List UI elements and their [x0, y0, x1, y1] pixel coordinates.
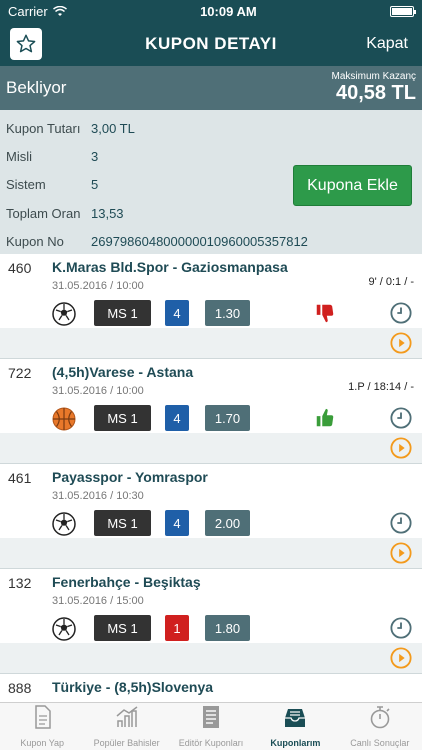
- match-date: 31.05.2016 / 15:00: [52, 595, 144, 607]
- match-code: 888: [8, 680, 32, 696]
- bet-type-badge: MS 1: [94, 405, 151, 431]
- tab-label: Kuponlarım: [270, 738, 321, 748]
- coupon-summary: Kupon Tutarı 3,00 TL Misli 3 Sistem 5 To…: [0, 110, 422, 254]
- play-icon[interactable]: [390, 542, 412, 564]
- close-button[interactable]: Kapat: [366, 35, 412, 53]
- summary-value: 269798604800000010960005357812: [91, 234, 308, 250]
- match-teams: (4,5h)Varese - Astana: [52, 364, 194, 380]
- mbs-badge: 4: [165, 300, 189, 326]
- summary-value: 5: [91, 177, 99, 193]
- odd-badge: 2.00: [205, 510, 250, 536]
- match-row[interactable]: 460 K.Maras Bld.Spor - Gaziosmanpasa 31.05…: [0, 254, 422, 359]
- tab-label: Popüler Bahisler: [93, 738, 160, 748]
- inbox-icon: [282, 705, 308, 734]
- summary-value: 13,53: [91, 205, 124, 221]
- odd-badge: 1.30: [205, 300, 250, 326]
- match-row[interactable]: 722 (4,5h)Varese - Astana 31.05.2016 / 10:…: [0, 359, 422, 464]
- match-teams: Türkiye - (8,5h)Slovenya: [52, 679, 214, 695]
- match-row[interactable]: 132 Fenerbahçe - Beşiktaş 31.05.2016 / 15:…: [0, 569, 422, 674]
- match-code: 132: [8, 575, 32, 591]
- clock-icon[interactable]: [390, 407, 412, 429]
- match-date: 31.05.2016 / 10:00: [52, 385, 144, 397]
- odd-badge: 1.80: [205, 615, 250, 641]
- odd-badge: 1.70: [205, 405, 250, 431]
- tab-label: Canlı Sonuçlar: [350, 738, 410, 748]
- live-score: 9' / 0:1 / -: [368, 276, 414, 288]
- editor-document-icon: [198, 705, 224, 734]
- summary-key: Kupon No: [6, 234, 64, 250]
- document-icon: [29, 705, 55, 734]
- max-win: Maksimum Kazanç 40,58 TL: [332, 71, 416, 105]
- tab-editor-document[interactable]: Editör Kuponları: [169, 703, 253, 750]
- summary-key: Toplam Oran: [6, 205, 81, 221]
- tab-chart[interactable]: Popüler Bahisler: [84, 703, 168, 750]
- mbs-badge: 4: [165, 405, 189, 431]
- summary-key: Kupon Tutarı: [6, 120, 81, 136]
- status-bar: Carrier 10:09 AM: [0, 0, 422, 22]
- max-win-value: 40,58 TL: [335, 82, 416, 104]
- tab-stopwatch[interactable]: Canlı Sonuçlar: [338, 703, 422, 750]
- match-code: 460: [8, 260, 32, 276]
- bet-type-badge: MS 1: [94, 510, 151, 536]
- match-code: 461: [8, 470, 32, 486]
- summary-value: 3: [91, 149, 99, 165]
- mbs-badge: 4: [165, 510, 189, 536]
- tab-inbox[interactable]: Kuponlarım: [253, 703, 337, 750]
- match-teams: Fenerbahçe - Beşiktaş: [52, 574, 201, 590]
- favorite-button[interactable]: [10, 28, 42, 60]
- mbs-badge: 1: [165, 615, 189, 641]
- football-icon: [52, 617, 76, 641]
- clock-time: 10:09 AM: [200, 3, 257, 19]
- thumbs-down-icon: [314, 302, 336, 324]
- match-expand-bar[interactable]: [0, 328, 422, 358]
- bet-type-badge: MS 1: [94, 615, 151, 641]
- tab-label: Kupon Yap: [20, 738, 65, 748]
- star-icon: [16, 34, 36, 53]
- football-icon: [52, 512, 76, 536]
- match-row[interactable]: 888 Türkiye - (8,5h)Slovenya: [0, 674, 422, 702]
- match-date: 31.05.2016 / 10:30: [52, 490, 144, 502]
- basketball-icon: [52, 407, 76, 431]
- battery-icon: [390, 5, 416, 17]
- clock-icon[interactable]: [390, 302, 412, 324]
- match-teams: Payasspor - Yomraspor: [52, 469, 208, 485]
- summary-row: Kupon Tutarı 3,00 TL: [6, 114, 416, 142]
- clock-icon[interactable]: [390, 512, 412, 534]
- tab-bar: Kupon Yap Popüler Bahisler Editör Kuponlar…: [0, 702, 422, 750]
- summary-key: Misli: [6, 149, 32, 165]
- tab-document[interactable]: Kupon Yap: [0, 703, 84, 750]
- match-row[interactable]: 461 Payasspor - Yomraspor 31.05.2016 / 10:…: [0, 464, 422, 569]
- play-icon[interactable]: [390, 647, 412, 669]
- match-code: 722: [8, 365, 32, 381]
- nav-bar: KUPON DETAYI Kapat: [0, 22, 422, 66]
- coupon-status: Bekliyor: [6, 78, 67, 97]
- stopwatch-icon: [367, 705, 393, 734]
- carrier-label: Carrier: [8, 3, 48, 19]
- clock-icon[interactable]: [390, 617, 412, 639]
- match-expand-bar[interactable]: [0, 643, 422, 673]
- wifi-icon: [52, 5, 67, 16]
- match-teams: K.Maras Bld.Spor - Gaziosmanpasa: [52, 259, 288, 275]
- add-to-coupon-button[interactable]: Kupona Ekle: [293, 165, 412, 206]
- bet-type-badge: MS 1: [94, 300, 151, 326]
- summary-value: 3,00 TL: [91, 120, 135, 136]
- chart-icon: [114, 705, 140, 734]
- tab-label: Editör Kuponları: [178, 738, 244, 748]
- coupon-state-bar: Bekliyor Maksimum Kazanç 40,58 TL: [0, 66, 422, 110]
- match-list[interactable]: 460 K.Maras Bld.Spor - Gaziosmanpasa 31.05…: [0, 254, 422, 702]
- max-win-label: Maksimum Kazanç: [331, 71, 416, 82]
- summary-key: Sistem: [6, 177, 46, 193]
- football-icon: [52, 302, 76, 326]
- play-icon[interactable]: [390, 332, 412, 354]
- thumbs-up-icon: [314, 407, 336, 429]
- play-icon[interactable]: [390, 437, 412, 459]
- live-score: 1.P / 18:14 / -: [348, 381, 414, 393]
- page-title: KUPON DETAYI: [145, 34, 277, 53]
- match-expand-bar[interactable]: [0, 433, 422, 463]
- match-date: 31.05.2016 / 10:00: [52, 280, 144, 292]
- summary-row: Kupon No 269798604800000010960005357812: [6, 228, 416, 256]
- match-expand-bar[interactable]: [0, 538, 422, 568]
